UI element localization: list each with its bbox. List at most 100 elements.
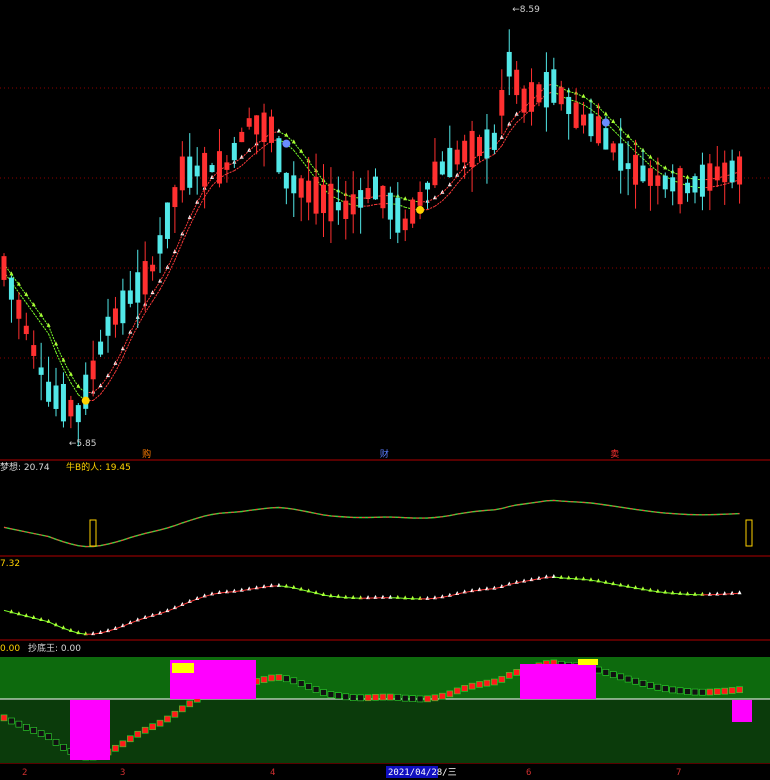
band-upper (196, 188, 206, 203)
candle-body (216, 151, 222, 184)
signal-face-icon (416, 205, 425, 214)
stair-step (52, 739, 60, 746)
band-lower (717, 183, 725, 187)
candle-body (46, 381, 52, 402)
indicator-2-arrow (499, 584, 504, 589)
candle-body (484, 129, 490, 159)
candle-body (551, 69, 557, 103)
band-upper (449, 175, 458, 186)
signal-marker: 财 (380, 448, 389, 460)
band-upper (137, 304, 146, 319)
candle-body (536, 84, 542, 103)
stair-step (141, 726, 149, 734)
band-upper (62, 360, 72, 376)
band-lower (612, 129, 622, 138)
stair-step (416, 695, 424, 703)
band-upper (55, 344, 64, 361)
candle-body (387, 192, 393, 220)
candle-body (737, 156, 743, 185)
stair-step (364, 694, 372, 702)
stair-step (379, 693, 387, 701)
candle-body (640, 165, 646, 182)
x-tick-label: 7 (676, 768, 681, 778)
panel-3-bottom-bg (0, 699, 770, 763)
candle-body (543, 72, 549, 108)
band-lower (479, 157, 488, 163)
band-upper (620, 129, 629, 138)
candle-body (469, 130, 475, 168)
stair-step (312, 686, 320, 693)
indicator-2-arrow (143, 614, 148, 619)
stair-step (134, 730, 142, 738)
stair-step (713, 688, 721, 695)
candle-body (164, 202, 170, 239)
candle-body (506, 51, 512, 77)
stair-step (156, 719, 164, 727)
indicator-2-arrow (232, 588, 237, 593)
stair-step (0, 714, 8, 722)
panel-3-top-bg (0, 657, 770, 699)
stair-step (8, 717, 15, 725)
signal-marker: 购 (142, 448, 151, 460)
candle-body (112, 308, 118, 325)
signal-face-icon (81, 396, 90, 405)
band-upper (598, 106, 607, 115)
band-lower (241, 158, 250, 166)
band-upper (167, 251, 176, 268)
candle-body (23, 325, 29, 335)
candles (1, 29, 743, 447)
indicator-2-arrow (262, 584, 267, 589)
indicator-2-arrow (224, 589, 229, 594)
band-arrow (106, 373, 111, 378)
stair-step (112, 744, 119, 752)
candle-body (677, 168, 683, 205)
candle-body (246, 118, 252, 127)
yellow-cap-1 (172, 663, 194, 673)
x-tick-label: 2021/04/28/三 (388, 768, 457, 778)
candle-body (365, 188, 371, 199)
indicator-2-arrow (432, 595, 437, 600)
candle-body (417, 191, 423, 206)
candle-body (603, 128, 609, 150)
indicator-2-arrow (514, 579, 519, 584)
candle-body (410, 199, 416, 224)
x-tick-label: 2 (22, 768, 27, 778)
candle-body (692, 176, 698, 193)
stair-step (268, 674, 275, 682)
candle-body (53, 385, 59, 409)
stair-step (15, 720, 23, 728)
stair-step (275, 674, 283, 681)
band-lower (642, 158, 651, 166)
band-upper (122, 332, 131, 350)
band-lower (159, 275, 168, 290)
stair-step (661, 685, 669, 693)
band-upper (442, 184, 451, 194)
band-lower (137, 312, 146, 327)
band-upper (300, 151, 310, 162)
stair-step (149, 723, 156, 731)
indicator-2-arrow (202, 593, 207, 598)
indicator-2-arrow (135, 617, 140, 622)
candle-body (439, 161, 445, 175)
candle-body (380, 185, 386, 209)
band-lower (724, 181, 733, 185)
candle-body (395, 197, 401, 233)
stair-step (706, 688, 714, 696)
candle-body (633, 154, 639, 185)
candle-body (261, 112, 267, 143)
stair-step (513, 669, 520, 676)
indicator-2-arrow (507, 581, 512, 586)
band-lower (144, 300, 154, 313)
band-upper (590, 100, 599, 108)
stair-step (721, 687, 729, 695)
band-upper (501, 124, 510, 138)
stair-step (602, 669, 610, 676)
band-upper (650, 157, 659, 164)
stair-step (684, 688, 691, 695)
candle-body (120, 290, 126, 324)
indicator-2-arrow (522, 578, 527, 583)
stair-step (676, 687, 684, 695)
stair-step (119, 740, 127, 748)
candle-body (90, 360, 96, 380)
band-upper (48, 325, 57, 345)
